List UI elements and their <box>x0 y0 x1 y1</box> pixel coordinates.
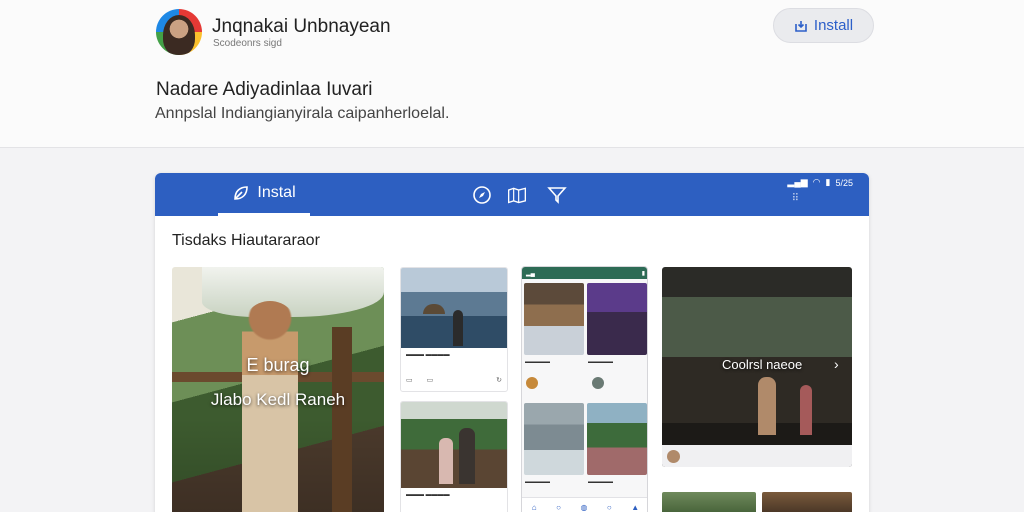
phone-status-bar: ▂▄ ▮ <box>522 267 647 279</box>
tile-caption: ▬▬▬▬▬ <box>525 359 550 365</box>
install-label: Install <box>813 17 854 34</box>
refresh-icon[interactable]: ↻ <box>496 376 502 384</box>
hut-roof <box>423 304 445 314</box>
vendor-figure <box>758 377 776 435</box>
card-caption-placeholder: ▬▬▬ ▬▬▬▬ <box>406 352 450 358</box>
signal-icon: ▂▄▆ <box>787 177 808 187</box>
publisher-avatar[interactable] <box>156 9 202 55</box>
thumbnail-wood[interactable] <box>762 492 852 512</box>
photo-card-sea[interactable]: ▬▬▬ ▬▬▬▬ ▭ ▭ ↻ <box>400 267 508 392</box>
phone-battery-icon: ▮ <box>641 270 645 277</box>
featured-photo[interactable]: E burag Jlabo Kedl Raneh <box>172 267 384 512</box>
preview-top-bar: Instal ▂▄▆ ◠ ▮ 5/25 ⠿ <box>155 173 869 216</box>
tile-caption: ▬▬▬▬▬ <box>588 479 613 485</box>
filter-icon[interactable] <box>547 185 567 205</box>
child-figure <box>800 385 812 435</box>
photo-card-village[interactable]: ▬▬▬ ▬▬▬▬ <box>400 401 508 512</box>
profile-icon[interactable]: ▲ <box>631 503 639 512</box>
sea-photo <box>401 268 507 348</box>
tile-portrait[interactable] <box>587 283 647 355</box>
publisher-name[interactable]: Jnqnakai Unbnayean <box>212 16 391 38</box>
publisher-subtitle: Scodeonrs sigd <box>213 38 282 49</box>
chevron-right-icon[interactable]: › <box>834 356 839 372</box>
phone-bottom-nav: ⌂ ○ ◍ ○ ▲ <box>522 497 647 512</box>
map-icon[interactable] <box>507 185 527 205</box>
battery-icon: ▮ <box>825 177 831 187</box>
phone-mockup: ▂▄ ▮ ▬▬▬▬▬ ▬▬▬▬▬ ▬▬▬▬▬ ▬▬▬▬▬ ⌂ ○ ◍ ○ ▲ <box>521 266 648 512</box>
thumbnail-plants[interactable] <box>662 492 756 512</box>
status-time: 5/25 <box>835 177 853 188</box>
card-caption-placeholder: ▬▬▬ ▬▬▬▬ <box>406 492 450 498</box>
section-title: Tisdaks Hiautararaor <box>172 232 320 249</box>
install-button[interactable]: Install <box>773 8 874 43</box>
child-figure <box>439 438 453 484</box>
photo-card-market[interactable]: Coolrsl naeoe › <box>662 267 852 467</box>
tile-child[interactable] <box>524 403 584 475</box>
card-actions: ▭ ▭ ↻ <box>406 376 502 384</box>
app-description: Annpslal Indiangianyirala caipanherloela… <box>155 105 450 122</box>
app-preview-frame: Instal ▂▄▆ ◠ ▮ 5/25 ⠿ Tisdaks Hiautarara… <box>155 173 869 512</box>
grid-menu-icon[interactable]: ⠿ <box>792 193 799 204</box>
village-photo <box>401 402 507 488</box>
elder-figure <box>459 428 475 484</box>
user-avatar[interactable] <box>526 377 538 389</box>
user-avatar[interactable] <box>592 377 604 389</box>
tile-caption: ▬▬▬▬▬ <box>588 359 613 365</box>
chat-icon[interactable]: ○ <box>607 503 612 512</box>
status-bar: ▂▄▆ ◠ ▮ 5/25 <box>787 177 853 188</box>
user-avatar[interactable] <box>667 450 680 463</box>
share-icon[interactable]: ▭ <box>427 376 434 384</box>
store-header: Jnqnakai Unbnayean Scodeonrs sigd Instal… <box>0 0 1024 148</box>
phone-signal-icon: ▂▄ <box>526 270 535 277</box>
tile-street[interactable] <box>587 403 647 475</box>
cloth-canopy <box>202 267 384 317</box>
search-icon[interactable]: ○ <box>556 503 561 512</box>
home-icon[interactable]: ⌂ <box>532 503 537 512</box>
activity-icon[interactable]: ◍ <box>580 503 587 512</box>
compass-icon[interactable] <box>472 185 492 205</box>
market-label: Coolrsl naeoe <box>722 357 803 372</box>
man-figure <box>453 310 463 346</box>
download-icon <box>795 20 807 32</box>
tile-caption: ▬▬▬▬▬ <box>525 479 550 485</box>
tile-woman[interactable] <box>524 283 584 355</box>
comment-icon[interactable]: ▭ <box>406 376 413 384</box>
app-title: Nadare Adiyadinlaa Iuvari <box>156 79 373 100</box>
avatar-face <box>163 15 195 55</box>
wifi-icon: ◠ <box>812 177 821 187</box>
featured-caption-line2: Jlabo Kedl Raneh <box>210 390 346 409</box>
featured-caption-line1: E burag <box>246 355 310 375</box>
tab-install-label: Instal <box>257 184 296 201</box>
market-card-footer <box>662 445 852 467</box>
leaf-icon <box>234 186 249 200</box>
tab-install[interactable]: Instal <box>218 173 310 216</box>
